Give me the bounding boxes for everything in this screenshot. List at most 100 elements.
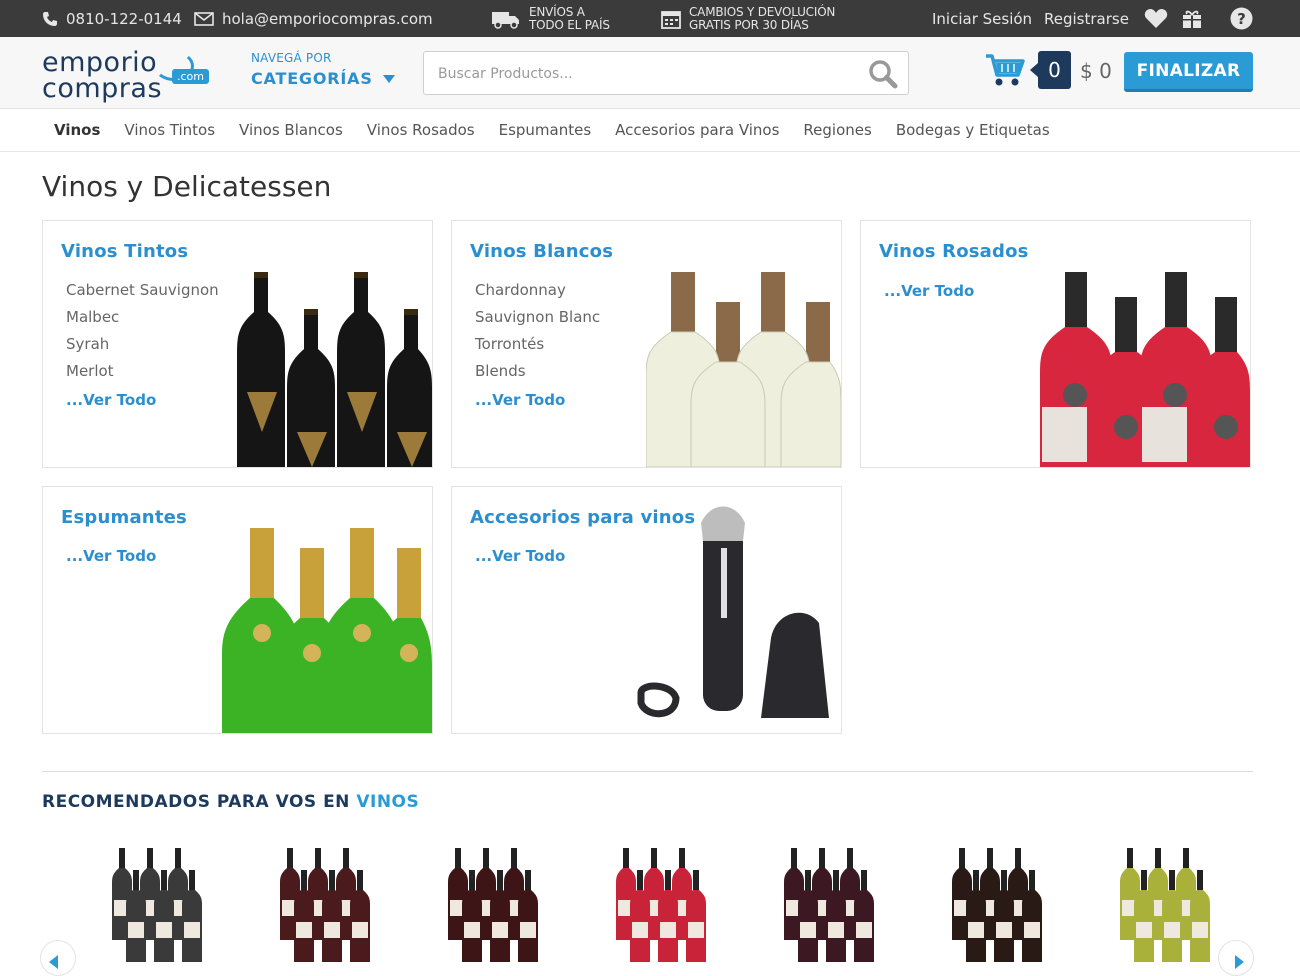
see-all-link[interactable]: ...Ver Todo [66, 391, 156, 409]
see-all-link[interactable]: ...Ver Todo [475, 547, 565, 565]
cart-count[interactable]: 0 [1030, 51, 1071, 89]
see-all-link[interactable]: ...Ver Todo [66, 547, 156, 565]
categories-menu[interactable]: NAVEGÁ POR CATEGORÍAS [251, 51, 395, 88]
phone-contact[interactable]: 0810-122-0144 [42, 0, 182, 37]
search-icon[interactable] [868, 59, 898, 89]
search-box [423, 51, 909, 95]
subnav-item-espumantes[interactable]: Espumantes [487, 121, 604, 139]
product-image [952, 848, 1042, 962]
section-divider [42, 771, 1253, 772]
category-card-tintos[interactable]: Vinos Tintos Cabernet Sauvignon Malbec S… [42, 220, 433, 468]
calendar-icon [661, 10, 681, 29]
product-image [112, 848, 202, 962]
chevron-left-icon [49, 955, 58, 969]
truck-icon [492, 11, 519, 29]
card-link[interactable]: Blends [475, 358, 600, 385]
carousel-prev-button[interactable] [40, 940, 76, 976]
see-all-link[interactable]: ...Ver Todo [475, 391, 565, 409]
subnav-item-regiones[interactable]: Regiones [791, 121, 883, 139]
shipping-line2: TODO EL PAÍS [529, 17, 610, 32]
top-bar: 0810-122-0144 hola@emporiocompras.com EN… [0, 0, 1300, 37]
chevron-right-icon [1235, 955, 1244, 969]
gift-icon [1183, 10, 1201, 28]
product-image [280, 848, 370, 962]
card-title[interactable]: Vinos Rosados [879, 241, 1029, 262]
recommended-product[interactable] [932, 840, 1062, 975]
electric-corkscrew-image [637, 506, 829, 718]
rose-wine-bottles-image [1040, 272, 1250, 467]
help-icon: ? [1230, 7, 1253, 30]
category-card-blancos[interactable]: Vinos Blancos Chardonnay Sauvignon Blanc… [451, 220, 842, 468]
card-link-list: Cabernet Sauvignon Malbec Syrah Merlot [66, 277, 219, 385]
card-title[interactable]: Vinos Tintos [61, 241, 188, 262]
card-link[interactable]: Chardonnay [475, 277, 600, 304]
product-image [448, 848, 538, 962]
recommended-product[interactable] [260, 840, 390, 975]
card-link[interactable]: Sauvignon Blanc [475, 304, 600, 331]
shipping-line1: ENVÍOS A [529, 4, 585, 19]
subnav-item-accesorios[interactable]: Accesorios para Vinos [603, 121, 791, 139]
card-link[interactable]: Torrontés [475, 331, 600, 358]
logo-line2: compras [42, 73, 163, 104]
card-title[interactable]: Vinos Blancos [470, 241, 613, 262]
recommended-title: RECOMENDADOS PARA VOS EN VINOS [42, 792, 419, 812]
subnav-item-vinos-tintos[interactable]: Vinos Tintos [112, 121, 227, 139]
category-card-accesorios[interactable]: Accesorios para vinos ...Ver Todo [451, 486, 842, 734]
mail-icon [194, 11, 214, 26]
white-wine-bottles-image [646, 272, 841, 467]
email-address: hola@emporiocompras.com [222, 9, 433, 28]
cart-icon[interactable] [985, 53, 1025, 87]
category-card-espumantes[interactable]: Espumantes ...Ver Todo [42, 486, 433, 734]
see-all-link[interactable]: ...Ver Todo [884, 282, 974, 300]
page-title: Vinos y Delicatessen [42, 170, 332, 203]
returns-line1: CAMBIOS Y DEVOLUCIÓN [689, 4, 836, 19]
subnav-item-vinos-blancos[interactable]: Vinos Blancos [227, 121, 355, 139]
phone-icon [43, 11, 57, 26]
gift-button[interactable] [1182, 0, 1202, 37]
product-image [784, 848, 874, 962]
recommended-product[interactable] [764, 840, 894, 975]
search-input[interactable] [438, 62, 858, 86]
checkout-button[interactable]: FINALIZAR [1124, 52, 1253, 92]
category-card-rosados[interactable]: Vinos Rosados ...Ver Todo [860, 220, 1251, 468]
help-button[interactable]: ? [1230, 0, 1253, 37]
heart-icon [1144, 9, 1168, 28]
recommended-title-prefix: RECOMENDADOS PARA VOS EN [42, 792, 350, 812]
card-link[interactable]: Merlot [66, 358, 219, 385]
carousel-next-button[interactable] [1218, 940, 1254, 976]
recommended-product[interactable] [1100, 840, 1230, 975]
subnav-item-vinos[interactable]: Vinos [42, 121, 112, 139]
phone-number: 0810-122-0144 [66, 9, 182, 28]
categories-label: CATEGORÍAS [251, 69, 373, 88]
card-link[interactable]: Cabernet Sauvignon [66, 277, 219, 304]
card-link[interactable]: Syrah [66, 331, 219, 358]
site-logo[interactable]: emporio compras .com [42, 47, 212, 104]
card-title[interactable]: Espumantes [61, 507, 187, 528]
card-link-list: Chardonnay Sauvignon Blanc Torrontés Ble… [475, 277, 600, 385]
subnav-item-vinos-rosados[interactable]: Vinos Rosados [355, 121, 487, 139]
shipping-info: ENVÍOS A TODO EL PAÍS [491, 0, 610, 37]
category-nav: Vinos Vinos Tintos Vinos Blancos Vinos R… [0, 109, 1300, 152]
email-contact[interactable]: hola@emporiocompras.com [194, 0, 433, 37]
card-link[interactable]: Malbec [66, 304, 219, 331]
caret-down-icon [382, 74, 395, 83]
returns-line2: GRATIS POR 30 DÍAS [689, 17, 809, 32]
cart-total: $ 0 [1080, 59, 1112, 83]
login-link[interactable]: Iniciar Sesión [932, 10, 1032, 28]
categories-pre: NAVEGÁ POR [251, 51, 332, 65]
svg-text:?: ? [1237, 10, 1246, 28]
subnav-item-bodegas[interactable]: Bodegas y Etiquetas [884, 121, 1062, 139]
wishlist-button[interactable] [1144, 0, 1168, 37]
site-header: emporio compras .com NAVEGÁ POR CATEGORÍ… [0, 37, 1300, 109]
register-link[interactable]: Registrarse [1044, 10, 1129, 28]
product-image [1120, 848, 1210, 962]
sparkling-wine-bottles-image [222, 528, 432, 733]
product-image [616, 848, 706, 962]
returns-info: CAMBIOS Y DEVOLUCIÓN GRATIS POR 30 DÍAS [661, 0, 835, 37]
recommended-title-highlight: VINOS [356, 792, 420, 812]
red-wine-bottles-image [237, 272, 432, 467]
recommended-product[interactable] [92, 840, 222, 975]
recommended-product[interactable] [428, 840, 558, 975]
logo-badge: .com [172, 69, 209, 84]
recommended-product[interactable] [596, 840, 726, 975]
